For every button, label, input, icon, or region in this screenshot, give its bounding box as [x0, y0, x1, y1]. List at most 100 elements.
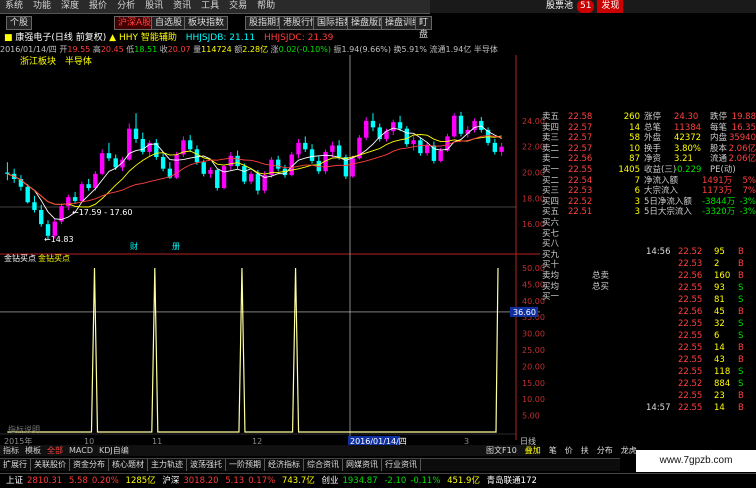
menu-item-4[interactable]: 分析: [112, 0, 140, 13]
hs-value: 3018.20: [183, 474, 218, 488]
category-tab-3[interactable]: 核心题材: [109, 459, 148, 471]
category-tab-7[interactable]: 经济指标: [265, 459, 304, 471]
stat-value: -3844万: [702, 197, 735, 208]
category-tab-2[interactable]: 资金分布: [70, 459, 109, 471]
category-tab-1[interactable]: 关联股价: [31, 459, 70, 471]
book-row-empty[interactable]: 买七: [540, 229, 640, 240]
book-row[interactable]: 卖三22.5758: [540, 133, 640, 144]
book-row[interactable]: 买一22.551405: [540, 165, 640, 176]
tick-row: 22.5543B: [644, 354, 756, 366]
footnote: 指标说明: [8, 424, 40, 434]
book-row-empty[interactable]: 买九: [540, 250, 640, 261]
menu-item-0[interactable]: 系统: [0, 0, 28, 13]
right-tab-0[interactable]: 图文F10: [482, 445, 521, 456]
tick-side: S: [738, 282, 743, 294]
stat-row: 换手3.80%股本2.06亿: [644, 144, 756, 155]
candle-body: [249, 174, 253, 182]
indicator-series: [7, 268, 498, 432]
menu-item-6[interactable]: 资讯: [168, 0, 196, 13]
menu-item-3[interactable]: 报价: [84, 0, 112, 13]
book-row-empty[interactable]: 卖均总卖: [540, 271, 640, 282]
book-row[interactable]: 买二22.547: [540, 176, 640, 187]
book-row-empty[interactable]: 买八: [540, 239, 640, 250]
indicator-tab-0[interactable]: 指标: [0, 445, 22, 456]
right-tab-1[interactable]: 叠加: [521, 445, 545, 456]
indicator-tabs: 指标模板全部MACDKDJ自编: [0, 445, 540, 456]
board-tag[interactable]: 浙江板块: [20, 57, 56, 67]
menu-item-1[interactable]: 功能: [28, 0, 56, 13]
menu-item-5[interactable]: 股讯: [140, 0, 168, 13]
book-row-empty[interactable]: 买六: [540, 218, 640, 229]
stat-label: 外盘: [644, 133, 661, 144]
menu-item-2[interactable]: 深度: [56, 0, 84, 13]
category-tab-4[interactable]: 主力轨迹: [148, 459, 187, 471]
cy-value: 1934.87: [342, 474, 377, 488]
book-row[interactable]: 买三22.536: [540, 186, 640, 197]
book-row-empty[interactable]: 买均总买: [540, 282, 640, 293]
tick-row: 14:5622.5295B: [644, 246, 756, 258]
candle-body: [445, 136, 449, 150]
book-row-empty[interactable]: 买一: [540, 292, 640, 303]
chart-area[interactable]: 24.0022.0020.0018.0016.00←14.83←17.59 - …: [0, 55, 756, 445]
right-tab-3[interactable]: 价: [561, 445, 577, 456]
candle-body: [93, 174, 97, 188]
candle-body: [208, 170, 212, 174]
right-tab-4[interactable]: 扶: [577, 445, 593, 456]
quote-line: 2016/01/14/四 开19.55 高20.45 低18.51 收20.07…: [0, 44, 430, 55]
toolbar-button-1[interactable]: 沪深A股: [114, 16, 155, 30]
stat-label: 净资: [644, 154, 661, 165]
tick-row: 22.556S: [644, 330, 756, 342]
book-price: 22.54: [568, 176, 592, 187]
tick-side: B: [738, 306, 744, 318]
book-row[interactable]: 卖一22.5687: [540, 154, 640, 165]
book-level-label: 买十: [542, 260, 559, 271]
category-tab-10[interactable]: 行业资讯: [382, 459, 421, 471]
toolbar-button-2[interactable]: 自选股: [151, 16, 186, 30]
tick-price: 22.55: [678, 342, 702, 354]
tick-row: 22.5514B: [644, 342, 756, 354]
category-tab-0[interactable]: 扩展行: [0, 459, 31, 471]
menu-item-9[interactable]: 帮助: [252, 0, 280, 13]
stat-value-2: -3%: [739, 207, 756, 218]
book-row[interactable]: 买四22.523: [540, 197, 640, 208]
category-tab-8[interactable]: 综合资讯: [304, 459, 343, 471]
book-row[interactable]: 卖五22.58260: [540, 112, 640, 123]
candle-body: [235, 156, 239, 166]
toolbar-button-3[interactable]: 板块指数: [184, 16, 228, 30]
tick-list: 14:5622.5295B22.532B22.56160B22.5593S22.…: [644, 246, 756, 414]
toolbar-button-9[interactable]: 盯盘: [415, 16, 432, 30]
category-tab-5[interactable]: 波荡强托: [187, 459, 226, 471]
book-volume: 3: [635, 197, 640, 208]
tick-volume: 81: [714, 294, 725, 306]
menu-item-8[interactable]: 交易: [224, 0, 252, 13]
tick-row: 22.55118S: [644, 366, 756, 378]
indicator-tab-3[interactable]: MACD: [66, 445, 96, 456]
right-tab-2[interactable]: 笔: [545, 445, 561, 456]
indicator-tab-1[interactable]: 模板: [22, 445, 44, 456]
discover-button[interactable]: 发现: [597, 0, 623, 13]
book-level-label: 买四: [542, 197, 559, 208]
period-label[interactable]: 日线: [520, 436, 536, 445]
book-row[interactable]: 买五22.513: [540, 207, 640, 218]
menu-item-7[interactable]: 工具: [196, 0, 224, 13]
stat-value: 1173万: [702, 186, 732, 197]
right-tab-5[interactable]: 分布: [593, 445, 617, 456]
stat-value: 3.21: [674, 154, 693, 165]
book-row[interactable]: 卖四22.5714: [540, 123, 640, 134]
indicator-tab-2[interactable]: 全部: [44, 445, 66, 456]
book-row-empty[interactable]: 买十: [540, 260, 640, 271]
tick-row: 22.5645B: [644, 306, 756, 318]
hs-pct: 0.17%: [248, 474, 275, 488]
message-badge[interactable]: 51: [577, 0, 594, 13]
toolbar-button-0[interactable]: 个股: [6, 16, 32, 30]
stat-label-2: 股本: [710, 144, 727, 155]
book-volume: 14: [629, 123, 640, 134]
indicator-tab-4[interactable]: KDJ自编: [96, 445, 132, 456]
sector-tag-2[interactable]: 半导体: [65, 57, 92, 67]
category-tab-6[interactable]: 一阶预期: [226, 459, 265, 471]
category-tab-9[interactable]: 网媒资讯: [343, 459, 382, 471]
book-row[interactable]: 卖二22.5710: [540, 144, 640, 155]
stat-row: 收益(三)-0.229PE(动): [644, 165, 756, 176]
book-price: 22.57: [568, 144, 592, 155]
cy-label: 创业: [321, 474, 338, 488]
